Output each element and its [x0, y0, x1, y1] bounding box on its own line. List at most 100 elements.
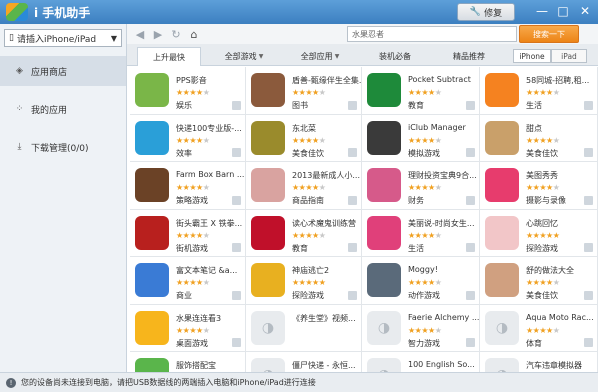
- forward-icon[interactable]: ▶: [149, 26, 167, 42]
- app-name[interactable]: 甜点: [526, 123, 542, 134]
- app-name[interactable]: 美图秀秀: [526, 170, 558, 181]
- search-input[interactable]: [347, 26, 517, 42]
- app-name[interactable]: Aqua Moto Rac...: [526, 313, 594, 322]
- app-name[interactable]: 盾善-甄缘伴生全集...: [292, 75, 361, 86]
- app-name[interactable]: 神庙逃亡2: [292, 265, 329, 276]
- download-icon[interactable]: [348, 148, 357, 157]
- refresh-icon[interactable]: ↻: [167, 26, 185, 42]
- device-selector[interactable]: ▯ 请插入iPhone/iPad ▼: [4, 29, 122, 47]
- app-name[interactable]: Farm Box Barn ...: [176, 170, 244, 179]
- tab-featured[interactable]: 精品推荐: [441, 47, 497, 66]
- app-card[interactable]: Farm Box Barn ... ★★★★★ 策略游戏: [130, 162, 246, 210]
- app-icon[interactable]: [367, 73, 401, 107]
- download-icon[interactable]: [466, 243, 475, 252]
- app-icon[interactable]: [135, 120, 169, 155]
- download-icon[interactable]: [584, 100, 593, 110]
- tab-rising[interactable]: 上升最快: [137, 47, 201, 66]
- app-icon[interactable]: [485, 215, 519, 250]
- app-name[interactable]: 58同城-招聘,租...: [526, 75, 589, 86]
- app-name[interactable]: 东北菜: [292, 123, 316, 134]
- app-card[interactable]: 盾善-甄缘伴生全集... ★★★★★ 图书: [246, 67, 362, 115]
- sidebar-item-my-apps[interactable]: ⁘ 我的应用: [0, 94, 126, 124]
- minimize-button[interactable]: —: [532, 2, 552, 20]
- app-name[interactable]: 读心术魔鬼训练营: [292, 218, 356, 229]
- app-card[interactable]: 美图秀秀 ★★★★★ 摄影与录像: [480, 162, 598, 210]
- download-icon[interactable]: [348, 290, 357, 300]
- download-icon[interactable]: [232, 148, 241, 157]
- app-card[interactable]: ◑ 《养生堂》视频...: [246, 304, 362, 352]
- download-icon[interactable]: [232, 338, 241, 347]
- app-card[interactable]: 读心术魔鬼训练营 ★★★★★ 教育: [246, 209, 362, 257]
- close-button[interactable]: ✕: [575, 2, 595, 20]
- app-name[interactable]: 理财投资宝典9合...: [408, 170, 477, 181]
- app-icon[interactable]: [135, 168, 169, 202]
- download-icon[interactable]: [232, 290, 241, 300]
- download-icon[interactable]: [584, 338, 593, 347]
- app-name[interactable]: 富文本笔记 &a...: [176, 265, 237, 276]
- app-icon[interactable]: [367, 263, 401, 297]
- app-name[interactable]: 2013最新成人小...: [292, 170, 360, 181]
- download-icon[interactable]: [348, 243, 357, 252]
- download-icon[interactable]: [466, 148, 475, 157]
- app-name[interactable]: PPS影音: [176, 75, 207, 86]
- app-card[interactable]: 2013最新成人小... ★★★★★ 商品指南: [246, 162, 362, 210]
- app-icon[interactable]: [135, 215, 169, 250]
- app-card[interactable]: 神庙逃亡2 ★★★★★ 探险游戏: [246, 257, 362, 305]
- sidebar-item-app-store[interactable]: ◈ 应用商店: [0, 56, 126, 86]
- app-icon[interactable]: [251, 263, 285, 297]
- repair-button[interactable]: 🔧 修复: [457, 3, 515, 21]
- app-icon[interactable]: [367, 215, 401, 250]
- app-card[interactable]: Moggy! ★★★★★ 动作游戏: [362, 257, 480, 305]
- sidebar-item-downloads[interactable]: ⤓ 下载管理(0/0): [0, 132, 126, 162]
- download-icon[interactable]: [232, 100, 241, 110]
- app-icon[interactable]: [135, 263, 169, 297]
- app-card[interactable]: 水果连连看3 ★★★★★ 桌面游戏: [130, 304, 246, 352]
- app-name[interactable]: Moggy!: [408, 265, 438, 274]
- app-name[interactable]: 快递100专业版-...: [176, 123, 242, 134]
- app-card[interactable]: 快递100专业版-... ★★★★★ 效率: [130, 114, 246, 162]
- app-icon[interactable]: [485, 120, 519, 155]
- app-card[interactable]: 心跳回忆 ★★★★★ 探险游戏: [480, 209, 598, 257]
- download-icon[interactable]: [466, 100, 475, 110]
- app-icon[interactable]: [251, 73, 285, 107]
- search-button[interactable]: 搜索一下: [519, 25, 579, 43]
- app-name[interactable]: 街头霸王 X 铁拳...: [176, 218, 242, 229]
- tab-essentials[interactable]: 装机必备: [367, 47, 423, 66]
- download-icon[interactable]: [584, 148, 593, 157]
- app-name[interactable]: iClub Manager: [408, 123, 466, 132]
- app-name[interactable]: 《养生堂》视频...: [292, 313, 356, 324]
- download-icon[interactable]: [348, 195, 357, 205]
- app-icon[interactable]: [135, 73, 169, 107]
- app-icon[interactable]: [485, 168, 519, 202]
- app-card[interactable]: 理财投资宝典9合... ★★★★★ 财务: [362, 162, 480, 210]
- app-name[interactable]: Faerie Alchemy ...: [408, 313, 479, 322]
- app-card[interactable]: 美丽说-时尚女生... ★★★★★ 生活: [362, 209, 480, 257]
- app-card[interactable]: iClub Manager ★★★★★ 模拟游戏: [362, 114, 480, 162]
- app-icon[interactable]: ◑: [251, 310, 285, 345]
- app-icon[interactable]: ◑: [367, 310, 401, 345]
- app-card[interactable]: 舒的做法大全 ★★★★★ 美食佳饮: [480, 257, 598, 305]
- tab-all-games[interactable]: 全部游戏 ▼: [215, 47, 273, 66]
- download-icon[interactable]: [348, 100, 357, 110]
- download-icon[interactable]: [466, 195, 475, 205]
- app-card[interactable]: ◑ Aqua Moto Rac... ★★★★★ 体育: [480, 304, 598, 352]
- app-name[interactable]: 心跳回忆: [526, 218, 558, 229]
- download-icon[interactable]: [466, 338, 475, 347]
- app-icon[interactable]: [367, 120, 401, 155]
- app-name[interactable]: 水果连连看3: [176, 313, 221, 324]
- app-icon[interactable]: ◑: [485, 310, 519, 345]
- home-icon[interactable]: ⌂: [185, 26, 203, 42]
- app-name[interactable]: 美丽说-时尚女生...: [408, 218, 475, 229]
- app-name[interactable]: 汽车违章模拟器: [526, 360, 582, 371]
- download-icon[interactable]: [232, 195, 241, 205]
- toggle-iphone[interactable]: iPhone: [513, 49, 551, 63]
- toggle-ipad[interactable]: iPad: [551, 49, 587, 63]
- app-name[interactable]: 舒的做法大全: [526, 265, 574, 276]
- app-name[interactable]: Pocket Subtract: [408, 75, 471, 84]
- app-card[interactable]: 甜点 ★★★★★ 美食佳饮: [480, 114, 598, 162]
- tab-all-apps[interactable]: 全部应用 ▼: [291, 47, 349, 66]
- app-icon[interactable]: [485, 263, 519, 297]
- download-icon[interactable]: [466, 290, 475, 300]
- app-card[interactable]: PPS影音 ★★★★★ 娱乐: [130, 67, 246, 115]
- download-icon[interactable]: [232, 243, 241, 252]
